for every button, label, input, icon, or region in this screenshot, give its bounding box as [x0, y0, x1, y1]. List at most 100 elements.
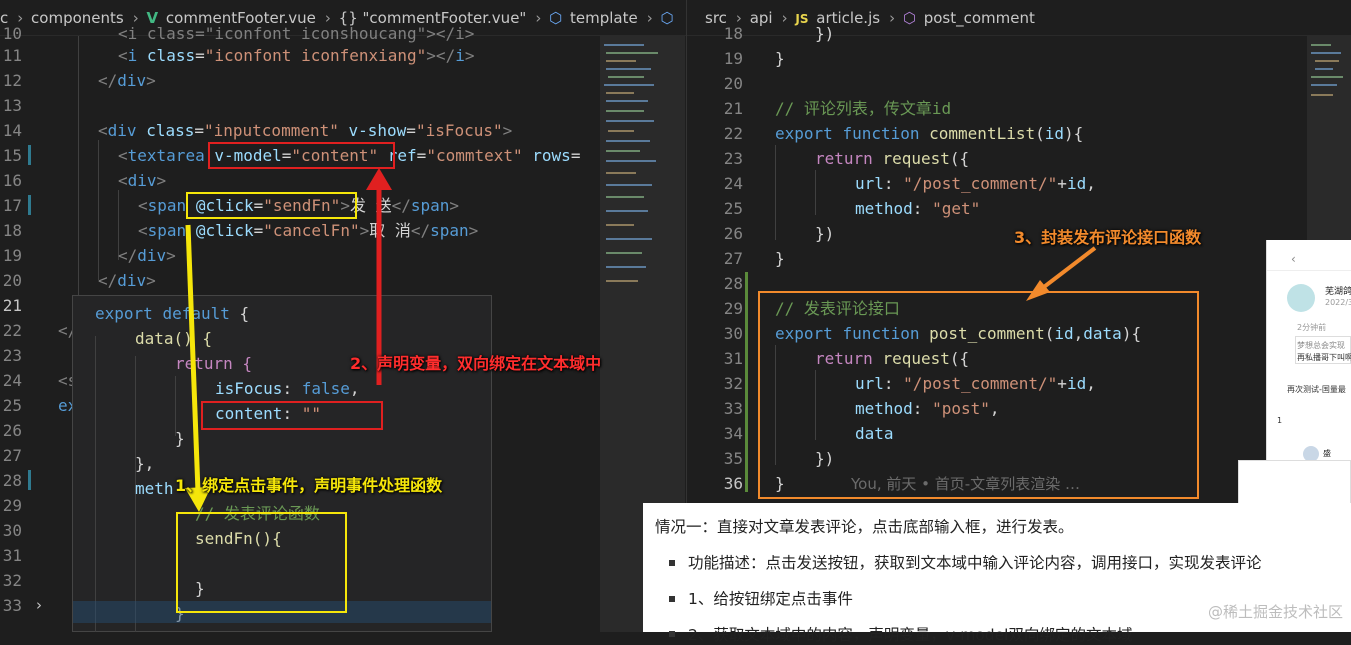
code-line: <div> [118, 171, 167, 190]
minimap-line [606, 60, 636, 62]
line-number: 26 [723, 224, 743, 243]
cube-icon: ⬡ [660, 9, 674, 27]
code-line: export default { [95, 304, 250, 323]
line-number: 32 [723, 374, 743, 393]
code-line: <span @click="cancelFn">取 消</span> [138, 221, 479, 240]
cube-icon: ⬡ [549, 9, 563, 27]
minimap-line [606, 280, 638, 282]
line-number: 31 [2, 546, 22, 565]
highlight-box-vmodel [208, 142, 395, 169]
fold-chevron-icon[interactable]: › [36, 596, 42, 614]
line-number: 24 [2, 371, 22, 390]
minimap-line [604, 84, 654, 86]
highlight-box-post-comment [758, 291, 1199, 499]
annotation-step-3: 3、封装发布评论接口函数 [1014, 228, 1202, 247]
line-number: 36 [723, 474, 743, 493]
doc-bullet: 2、获取文本域中的内容，声明变量，v-model双向绑定的文本域 [688, 626, 1133, 644]
code-line: <i class="iconfont iconfenxiang"></i> [118, 46, 475, 65]
divider [1267, 270, 1351, 271]
code-line: } [775, 49, 785, 68]
minimap-line [606, 266, 646, 268]
back-arrow-icon[interactable]: ‹ [1291, 252, 1296, 266]
line-number: 34 [723, 424, 743, 443]
git-change-bar [28, 145, 31, 165]
code-line: isFocus: false, [215, 379, 360, 398]
breadcrumb-components[interactable]: components [31, 9, 124, 27]
code-line: export function commentList(id){ [775, 124, 1084, 143]
chevron-right-icon: › [535, 9, 542, 27]
minimap-line [1311, 44, 1331, 46]
post-time: 2022/3 [1325, 298, 1351, 307]
git-change-bar [745, 272, 748, 492]
line-number: 26 [2, 421, 22, 440]
code-line: } [775, 249, 785, 268]
minimap-line [604, 44, 644, 46]
code-line: } [175, 429, 185, 448]
minimap-line [606, 68, 651, 70]
minimap-line [608, 76, 644, 78]
line-number: 25 [2, 396, 22, 415]
minimap-line [606, 150, 640, 152]
js-file-icon: JS [795, 12, 809, 26]
chevron-right-icon: › [781, 9, 788, 27]
line-number: 31 [723, 349, 743, 368]
minimap-line [606, 52, 658, 54]
code-line: }, [135, 454, 155, 473]
minimap-line [1311, 94, 1333, 96]
indent-guide [815, 170, 816, 215]
app-preview-panel: ‹ 芜湖鸽 2022/3 2分钟前 梦想总会实现 再私播哥下叫啊 再次测试-国量… [1266, 240, 1351, 462]
line-number: 21 [723, 99, 743, 118]
line-number: 14 [2, 121, 22, 140]
minimap-line [606, 110, 644, 112]
minimap-line [606, 252, 642, 254]
count: 1 [1277, 416, 1283, 425]
breadcrumb-symbol[interactable]: post_comment [924, 9, 1035, 27]
annotation-step-1: 1、绑定点击事件，声明事件处理函数 [175, 476, 443, 495]
line-number: 22 [723, 124, 743, 143]
line-number: 33 [2, 596, 22, 615]
line-number: 15 [2, 146, 22, 165]
code-line: }) [815, 224, 835, 243]
watermark: @稀土掘金技术社区 [1207, 603, 1343, 621]
indent-guide [775, 145, 776, 240]
indent-guide [95, 336, 96, 632]
highlight-box-sendfn [176, 512, 347, 613]
line-number: 19 [2, 246, 22, 265]
breadcrumb-template[interactable]: template [570, 9, 638, 27]
line-number: 20 [723, 74, 743, 93]
annotation-step-2: 2、声明变量，双向绑定在文本域中 [350, 354, 602, 373]
code-line: url: "/post_comment/"+id, [855, 174, 1096, 193]
line-number: 18 [723, 24, 743, 43]
line-number: 21 [2, 296, 22, 315]
line-number: 32 [2, 571, 22, 590]
line-number: 33 [723, 399, 743, 418]
code-line: </div> [118, 246, 176, 265]
line-number: 24 [723, 174, 743, 193]
comment-text: 再次测试-国量最 [1287, 385, 1346, 394]
doc-heading: 情况一：直接对文章发表评论，点击底部输入框，进行发表。 [655, 518, 1074, 536]
line-number: 30 [723, 324, 743, 343]
code-line: }) [815, 24, 835, 43]
minimap-line [606, 92, 634, 94]
indent-guide [98, 140, 99, 280]
minimap-line [606, 184, 652, 186]
line-number: 28 [2, 471, 22, 490]
author-name: 盛 [1323, 449, 1331, 458]
minimap-line [1311, 84, 1337, 86]
minimap-line [606, 140, 650, 142]
code-line: data() { [135, 329, 213, 348]
line-number: 28 [723, 274, 743, 293]
bullet-icon [669, 560, 675, 566]
highlight-box-content [201, 401, 383, 430]
breadcrumb-api[interactable]: api [750, 9, 773, 27]
doc-bullet: 功能描述：点击发送按钮，获取到文本域中输入评论内容，调用接口，实现发表评论 [688, 554, 1262, 572]
line-number: 16 [2, 171, 22, 190]
line-number: 29 [723, 299, 743, 318]
line-number: 23 [2, 346, 22, 365]
bullet-icon [669, 596, 675, 602]
minimap-line [1311, 52, 1341, 54]
cube-icon: ⬡ [902, 9, 916, 27]
author-name: 芜湖鸽 [1325, 287, 1351, 297]
line-number: 18 [2, 221, 22, 240]
minimap-line [606, 210, 648, 212]
